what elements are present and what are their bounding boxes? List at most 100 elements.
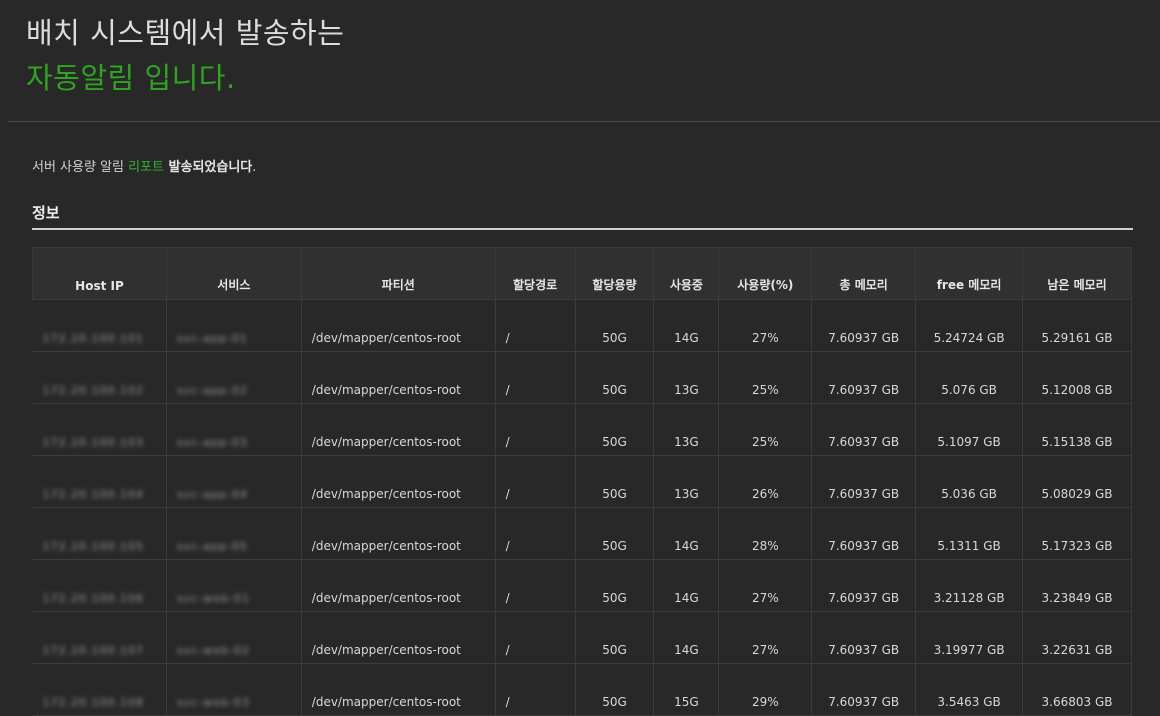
host-ip-value: 172.20.100.105 [42, 540, 144, 553]
free-mem-cell: 3.19977 GB [915, 611, 1024, 664]
usage-pct-cell: 27% [718, 611, 813, 664]
host-ip-value: 172.20.100.104 [42, 488, 144, 501]
alloc-path-cell: / [495, 403, 576, 456]
total-mem-cell: 7.60937 GB [811, 507, 917, 560]
col-service: 서비스 [165, 247, 302, 300]
alloc-path-cell: / [495, 611, 576, 664]
used-cell: 14G [653, 559, 720, 612]
server-usage-table: Host IP 서비스 파티션 할당경로 할당용량 사용중 사용량(%) 총 메… [32, 247, 1132, 716]
free-mem-cell: 5.076 GB [915, 351, 1024, 404]
alloc-size-cell: 50G [575, 663, 655, 716]
used-cell: 14G [653, 611, 720, 664]
alloc-path-cell: / [495, 663, 576, 716]
intro-suffix: 발송되었습니다 [164, 160, 253, 175]
table-header-row: Host IP 서비스 파티션 할당경로 할당용량 사용중 사용량(%) 총 메… [32, 247, 1132, 300]
col-alloc-path: 할당경로 [494, 247, 576, 300]
header-divider [8, 121, 1160, 122]
service-cell: svc-app-04 [166, 455, 302, 508]
host-ip-cell: 172.20.100.104 [32, 455, 167, 508]
partition-cell: /dev/mapper/centos-root [301, 403, 496, 456]
table-row: 172.20.100.102 svc-app-02/dev/mapper/cent… [32, 351, 1132, 404]
total-mem-cell: 7.60937 GB [811, 611, 917, 664]
intro-dot: . [252, 160, 257, 175]
host-ip-value: 172.20.100.102 [42, 384, 144, 397]
remain-mem-cell: 5.15138 GB [1022, 403, 1132, 456]
remain-mem-cell: 3.22631 GB [1022, 611, 1132, 664]
header: 배치 시스템에서 발송하는 자동알림 입니다. [26, 14, 344, 98]
host-ip-value: 172.20.100.108 [42, 696, 144, 709]
service-value: svc-app-05 [176, 540, 248, 553]
used-cell: 14G [653, 507, 720, 560]
alloc-size-cell: 50G [575, 403, 655, 456]
service-cell: svc-app-05 [166, 507, 302, 560]
service-value: svc-app-01 [176, 332, 248, 345]
remain-mem-cell: 5.17323 GB [1022, 507, 1132, 560]
intro-report-link: 리포트 [128, 160, 165, 175]
used-cell: 13G [653, 351, 720, 404]
remain-mem-cell: 3.66803 GB [1022, 663, 1132, 716]
alloc-size-cell: 50G [575, 455, 655, 508]
used-cell: 15G [653, 663, 720, 716]
col-usage-pct: 사용량(%) [718, 247, 813, 300]
partition-cell: /dev/mapper/centos-root [301, 559, 496, 612]
service-cell: svc-web-01 [166, 559, 302, 612]
info-section: 정보 [32, 202, 1133, 230]
alloc-path-cell: / [495, 455, 576, 508]
host-ip-cell: 172.20.100.102 [32, 351, 167, 404]
table-row: 172.20.100.106 svc-web-01/dev/mapper/cent… [32, 559, 1132, 612]
alloc-path-cell: / [495, 299, 576, 352]
host-ip-cell: 172.20.100.108 [32, 663, 167, 716]
free-mem-cell: 5.24724 GB [915, 299, 1024, 352]
remain-mem-cell: 5.08029 GB [1022, 455, 1132, 508]
col-remain-mem: 남은 메모리 [1022, 247, 1132, 300]
section-title: 정보 [32, 202, 1133, 230]
alloc-path-cell: / [495, 559, 576, 612]
alloc-path-cell: / [495, 351, 576, 404]
page-subtitle: 자동알림 입니다. [26, 61, 236, 95]
service-cell: svc-web-03 [166, 663, 302, 716]
free-mem-cell: 5.036 GB [915, 455, 1024, 508]
host-ip-cell: 172.20.100.103 [32, 403, 167, 456]
service-cell: svc-app-03 [166, 403, 302, 456]
total-mem-cell: 7.60937 GB [811, 663, 917, 716]
partition-cell: /dev/mapper/centos-root [301, 507, 496, 560]
alloc-size-cell: 50G [575, 611, 655, 664]
total-mem-cell: 7.60937 GB [811, 559, 917, 612]
host-ip-value: 172.20.100.107 [42, 644, 144, 657]
service-cell: svc-app-02 [166, 351, 302, 404]
usage-pct-cell: 27% [718, 299, 813, 352]
free-mem-cell: 3.5463 GB [915, 663, 1024, 716]
remain-mem-cell: 3.23849 GB [1022, 559, 1132, 612]
intro-prefix: 서버 사용량 알림 [32, 160, 129, 175]
col-free-mem: free 메모리 [915, 247, 1024, 300]
host-ip-cell: 172.20.100.107 [32, 611, 167, 664]
intro-text: 서버 사용량 알림 리포트 발송되었습니다. [32, 156, 256, 175]
service-value: svc-web-03 [176, 696, 250, 709]
usage-pct-cell: 27% [718, 559, 813, 612]
free-mem-cell: 3.21128 GB [915, 559, 1024, 612]
col-alloc-size: 할당용량 [574, 247, 655, 300]
table-row: 172.20.100.107 svc-web-02/dev/mapper/cent… [32, 611, 1132, 664]
host-ip-value: 172.20.100.101 [42, 332, 144, 345]
total-mem-cell: 7.60937 GB [811, 403, 917, 456]
table-row: 172.20.100.104 svc-app-04/dev/mapper/cent… [32, 455, 1132, 508]
col-host-ip: Host IP [32, 247, 167, 300]
alloc-size-cell: 50G [575, 507, 655, 560]
service-cell: svc-web-02 [166, 611, 302, 664]
table-row: 172.20.100.103 svc-app-03/dev/mapper/cent… [32, 403, 1132, 456]
table-row: 172.20.100.108 svc-web-03/dev/mapper/cent… [32, 663, 1132, 716]
partition-cell: /dev/mapper/centos-root [301, 455, 496, 508]
alloc-size-cell: 50G [575, 559, 655, 612]
partition-cell: /dev/mapper/centos-root [301, 611, 496, 664]
usage-pct-cell: 29% [718, 663, 813, 716]
free-mem-cell: 5.1311 GB [915, 507, 1024, 560]
table-row: 172.20.100.105 svc-app-05/dev/mapper/cent… [32, 507, 1132, 560]
table-row: 172.20.100.101 svc-app-01/dev/mapper/cent… [32, 299, 1132, 352]
host-ip-cell: 172.20.100.101 [32, 299, 167, 352]
total-mem-cell: 7.60937 GB [811, 455, 917, 508]
page-title: 배치 시스템에서 발송하는 [26, 16, 345, 50]
service-cell: svc-app-01 [166, 299, 302, 352]
remain-mem-cell: 5.29161 GB [1022, 299, 1132, 352]
host-ip-value: 172.20.100.103 [42, 436, 144, 449]
usage-pct-cell: 25% [718, 351, 813, 404]
